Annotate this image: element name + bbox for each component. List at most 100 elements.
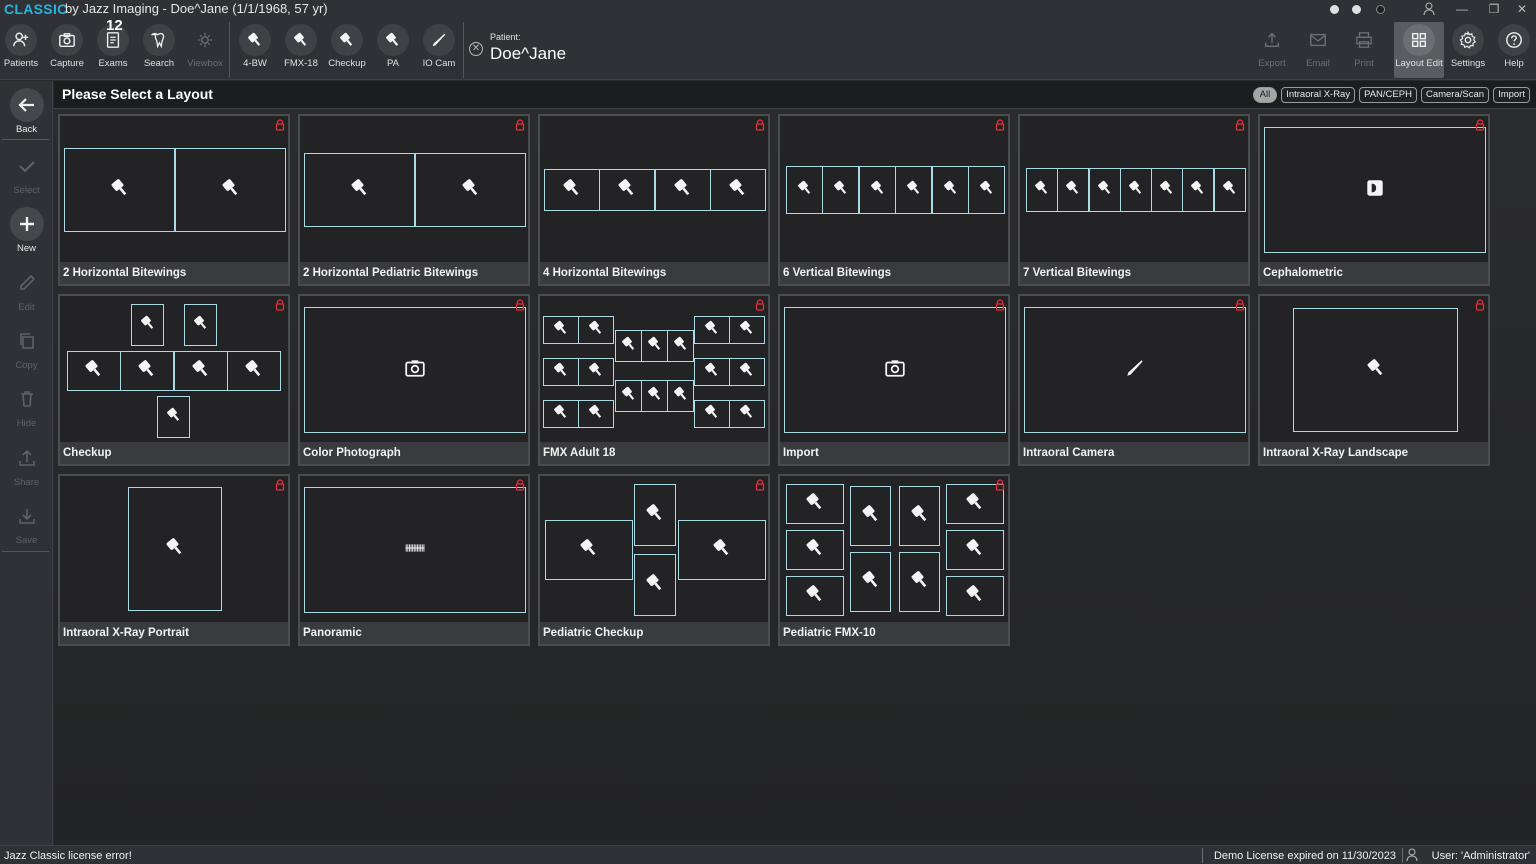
sidebar-edit-button[interactable]: Edit <box>4 266 49 318</box>
sidebar-new-button[interactable]: New <box>4 207 49 259</box>
layout-name: Intraoral X-Ray Portrait <box>60 622 288 644</box>
layout-name: Panoramic <box>300 622 528 644</box>
layout-card[interactable]: 2 Horizontal Bitewings <box>58 114 290 286</box>
toolbar-exams-button[interactable]: Exams 12 <box>90 17 136 78</box>
layout-preview <box>540 296 768 442</box>
slot-placeholder-icon <box>192 314 210 337</box>
toolbar-4-bw-button[interactable]: 4-BW <box>232 22 278 78</box>
layout-card[interactable]: 7 Vertical Bitewings <box>1018 114 1250 286</box>
user-switch-icon[interactable] <box>1418 0 1442 18</box>
toolbar-help-button[interactable]: Help <box>1491 22 1536 78</box>
image-slot <box>786 576 844 616</box>
image-slot <box>694 400 730 428</box>
filter-intraoral-x-ray[interactable]: Intraoral X-Ray <box>1281 87 1356 103</box>
restore-icon[interactable]: ❐ <box>1482 0 1506 18</box>
image-slot <box>932 166 969 214</box>
layout-card[interactable]: Checkup <box>58 294 290 466</box>
toolbar-label: Exams <box>98 58 128 69</box>
filter-pan-ceph[interactable]: PAN/CEPH <box>1359 87 1417 103</box>
toolbar-search-button[interactable]: Search <box>136 22 182 78</box>
filter-camera-scan[interactable]: Camera/Scan <box>1420 87 1490 103</box>
image-slot <box>786 530 844 570</box>
toolbar-label: Settings <box>1450 58 1486 69</box>
toolbar-pa-button[interactable]: PA <box>370 22 416 78</box>
minimize-icon[interactable]: — <box>1450 0 1474 18</box>
toolbar-print-button[interactable]: Print <box>1341 22 1387 78</box>
theme-dot-light[interactable] <box>1322 0 1346 18</box>
print-icon <box>1348 24 1380 56</box>
theme-dot-medium[interactable] <box>1344 0 1368 18</box>
image-slot <box>578 316 614 344</box>
slot-placeholder-icon <box>672 385 690 408</box>
toolbar-viewbox-button[interactable]: Viewbox <box>182 22 228 78</box>
sidebar-hide-button[interactable]: Hide <box>4 382 49 434</box>
layout-preview <box>300 116 528 262</box>
filter-all[interactable]: All <box>1252 87 1278 103</box>
toolbar-label: Search <box>143 58 175 69</box>
layout-card[interactable]: Intraoral X-Ray Landscape <box>1258 294 1490 466</box>
sidebar-select-button[interactable]: Select <box>4 149 49 201</box>
image-slot <box>157 396 190 438</box>
layout-card[interactable]: Color Photograph <box>298 294 530 466</box>
toolbar-settings-button[interactable]: Settings <box>1445 22 1491 78</box>
toolbar-capture-button[interactable]: Capture <box>44 22 90 78</box>
toolbar-label: Checkup <box>328 58 366 69</box>
camera-icon <box>51 24 83 56</box>
slot-placeholder-icon <box>884 357 906 384</box>
image-slot <box>786 484 844 524</box>
close-icon[interactable]: ✕ <box>1510 0 1534 18</box>
layout-preview <box>1260 116 1488 262</box>
layout-card[interactable]: Panoramic <box>298 474 530 646</box>
slot-placeholder-icon <box>165 406 183 429</box>
layout-card[interactable]: Pediatric Checkup <box>538 474 770 646</box>
layout-card[interactable]: Cephalometric <box>1258 114 1490 286</box>
layout-card[interactable]: 4 Horizontal Bitewings <box>538 114 770 286</box>
add-user-icon <box>5 24 37 56</box>
slot-placeholder-icon <box>942 179 960 202</box>
slot-placeholder-icon <box>404 537 426 564</box>
image-slot <box>1293 308 1458 432</box>
layout-card[interactable]: Pediatric FMX-10 <box>778 474 1010 646</box>
toolbar-separator <box>229 22 230 78</box>
patient-caption: Patient: <box>490 32 521 42</box>
close-patient-button[interactable]: ✕ <box>469 42 483 56</box>
toolbar-io-cam-button[interactable]: IO Cam <box>416 22 462 78</box>
toolbar-checkup-button[interactable]: Checkup <box>324 22 370 78</box>
image-slot <box>1089 168 1121 212</box>
toolbar-patients-button[interactable]: Patients <box>0 22 44 78</box>
sidebar-save-button[interactable]: Save <box>4 499 49 551</box>
sidebar-back-button[interactable]: Back <box>4 88 49 140</box>
layout-card[interactable]: FMX Adult 18 <box>538 294 770 466</box>
theme-dot-dark[interactable] <box>1368 0 1392 18</box>
slot-placeholder-icon <box>587 361 605 384</box>
layout-preview <box>540 476 768 622</box>
slot-placeholder-icon <box>1364 177 1386 204</box>
layout-card[interactable]: 6 Vertical Bitewings <box>778 114 1010 286</box>
toolbar-email-button[interactable]: Email <box>1295 22 1341 78</box>
toolbar-label: Patients <box>3 58 39 69</box>
toolbar-export-button[interactable]: Export <box>1249 22 1295 78</box>
layout-card[interactable]: Intraoral Camera <box>1018 294 1250 466</box>
layout-header: Please Select a Layout All Intraoral X-Ra… <box>54 81 1536 109</box>
slot-placeholder-icon <box>832 179 850 202</box>
layout-name: Pediatric FMX-10 <box>780 622 1008 644</box>
slot-placeholder-icon <box>978 179 996 202</box>
sidebar-copy-button[interactable]: Copy <box>4 324 49 376</box>
layout-card[interactable]: 2 Horizontal Pediatric Bitewings <box>298 114 530 286</box>
layout-preview <box>60 296 288 442</box>
current-user: User: 'Administrator' <box>1431 850 1530 862</box>
slot-placeholder-icon <box>109 177 131 204</box>
layout-card[interactable]: Import <box>778 294 1010 466</box>
toolbar-fmx-18-button[interactable]: FMX-18 <box>278 22 324 78</box>
slot-placeholder-icon <box>1221 179 1239 202</box>
slot-placeholder-icon <box>620 335 638 358</box>
layout-name: 4 Horizontal Bitewings <box>540 262 768 284</box>
layout-card[interactable]: Intraoral X-Ray Portrait <box>58 474 290 646</box>
slot-placeholder-icon <box>964 537 986 564</box>
image-slot <box>822 166 859 214</box>
filter-import[interactable]: Import <box>1493 87 1530 103</box>
image-slot <box>850 486 891 546</box>
sidebar-share-button[interactable]: Share <box>4 441 49 493</box>
toolbar-layout-edit-button[interactable]: Layout Edit <box>1394 22 1444 78</box>
layout-preview <box>1260 296 1488 442</box>
